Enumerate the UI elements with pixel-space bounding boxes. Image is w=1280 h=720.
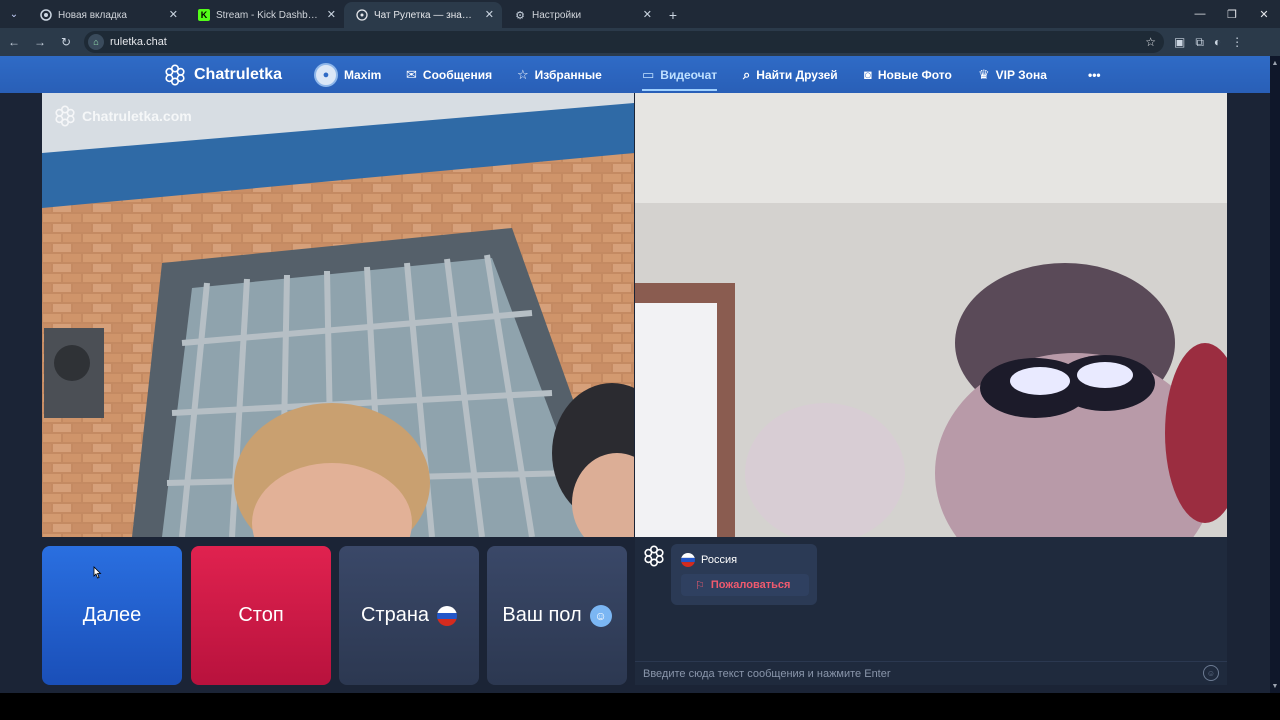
- tab-search-icon[interactable]: ⌄: [0, 0, 28, 28]
- tab-title: Новая вкладка: [58, 9, 127, 21]
- tab-kick[interactable]: K Stream - Kick Dashboard ✕: [186, 2, 344, 28]
- nav-profile-label: Maxim: [344, 67, 382, 82]
- remote-video-image: [635, 93, 1227, 537]
- watermark-text: Chatruletka.com: [82, 108, 192, 124]
- country-button-label: Страна: [360, 604, 430, 626]
- star-icon: ☆: [517, 66, 529, 82]
- tab-new[interactable]: Новая вкладка ✕: [28, 2, 186, 28]
- browser-tabstrip: ⌄ Новая вкладка ✕ K Stream - Kick Dashbo…: [0, 0, 1280, 28]
- chat-message-input[interactable]: [635, 661, 1227, 685]
- partner-info-card: Россия ⚐ Пожаловаться: [671, 544, 817, 605]
- tab-title: Настройки: [532, 9, 582, 21]
- nav-vip[interactable]: ♛ VIP Зона: [978, 56, 1047, 93]
- gear-icon: ⚙: [515, 9, 525, 22]
- close-icon[interactable]: ✕: [169, 8, 178, 21]
- report-button[interactable]: ⚐ Пожаловаться: [681, 574, 809, 596]
- restore-icon[interactable]: ❐: [1216, 0, 1248, 28]
- chatruletka-watermark: Chatruletka.com: [54, 105, 192, 127]
- site-navbar: Chatruletka ● Maxim ✉ Сообщения ☆ Избран…: [0, 56, 1270, 93]
- gender-button-label: Ваш пол: [502, 604, 582, 626]
- scroll-up-icon[interactable]: ▲: [1270, 58, 1280, 68]
- local-video-image: [42, 93, 634, 537]
- nav-find-friends-label: Найти Друзей: [756, 67, 838, 82]
- nav-videochat[interactable]: ▭ Видеочат: [642, 56, 718, 93]
- envelope-icon: ✉: [406, 66, 417, 82]
- tab-title: Чат Рулетка — знакомства: [374, 9, 476, 21]
- nav-messages[interactable]: ✉ Сообщения: [406, 56, 492, 93]
- avatar: ●: [314, 62, 338, 87]
- nav-profile[interactable]: ● Maxim: [314, 56, 381, 93]
- chrome-icon: [40, 9, 52, 21]
- chatruletka-logo-icon: [55, 105, 75, 127]
- site-logo[interactable]: Chatruletka: [164, 64, 282, 86]
- report-button-label: Пожаловаться: [710, 579, 791, 591]
- nav-more[interactable]: •••: [1088, 56, 1101, 93]
- partner-country-label: Россия: [701, 554, 738, 566]
- gender-button[interactable]: Ваш пол ☺: [487, 546, 627, 685]
- emoji-icon[interactable]: ☺: [1203, 665, 1219, 681]
- close-icon[interactable]: ✕: [485, 8, 494, 21]
- flag-icon: ⚐: [695, 579, 705, 592]
- page-scrollbar[interactable]: ▲ ▼: [1270, 56, 1280, 693]
- tab-settings[interactable]: ⚙ Настройки ✕: [502, 2, 660, 28]
- close-window-icon[interactable]: ✕: [1248, 0, 1280, 28]
- chatruletka-icon: [356, 9, 368, 21]
- close-icon[interactable]: ✕: [643, 8, 652, 21]
- scroll-down-icon[interactable]: ▼: [1270, 681, 1280, 691]
- search-icon: ⌕: [743, 66, 751, 82]
- nav-vip-label: VIP Зона: [995, 67, 1047, 82]
- chat-panel: Россия ⚐ Пожаловаться ☺: [635, 537, 1227, 685]
- nav-new-photos[interactable]: ◙ Новые Фото: [864, 56, 952, 93]
- logo-text: Chatruletka: [194, 66, 283, 83]
- mouse-cursor-icon: [93, 566, 102, 579]
- next-button[interactable]: Далее: [42, 546, 182, 685]
- kick-icon: K: [198, 9, 210, 21]
- extension-icon[interactable]: ▣: [1174, 35, 1185, 49]
- reload-icon[interactable]: ↻: [54, 30, 78, 54]
- russia-flag-icon: [437, 605, 458, 626]
- menu-kebab-icon[interactable]: ⋮: [1231, 35, 1243, 49]
- stop-button[interactable]: Стоп: [191, 546, 331, 685]
- back-icon[interactable]: ←: [2, 30, 26, 54]
- male-avatar-icon: ☺: [589, 604, 612, 627]
- nav-new-photos-label: Новые Фото: [877, 67, 952, 82]
- video-camera-icon: ▭: [642, 66, 655, 82]
- address-bar[interactable]: ⌂ ruletka.chat ☆: [84, 31, 1164, 53]
- nav-favorites-label: Избранные: [534, 67, 602, 82]
- screen-bottom-bar: [0, 693, 1280, 720]
- tab-title: Stream - Kick Dashboard: [216, 9, 318, 21]
- remote-video: [635, 93, 1227, 537]
- local-video: Chatruletka.com: [42, 93, 634, 537]
- next-button-label: Далее: [82, 604, 142, 626]
- more-dots-icon: •••: [1088, 67, 1101, 82]
- partner-country: Россия: [681, 553, 737, 567]
- bookmark-star-icon[interactable]: ☆: [1145, 35, 1156, 49]
- country-button[interactable]: Страна: [339, 546, 479, 685]
- nav-find-friends[interactable]: ⌕ Найти Друзей: [743, 56, 838, 93]
- window-controls: — ❐ ✕: [1184, 0, 1280, 28]
- close-icon[interactable]: ✕: [327, 8, 336, 21]
- nav-favorites[interactable]: ☆ Избранные: [517, 56, 602, 93]
- profile-icon[interactable]: ◐: [1214, 35, 1221, 49]
- russia-flag-icon: [681, 553, 695, 567]
- browser-toolbar: ← → ↻ ⌂ ruletka.chat ☆ ▣ ⧉ ◐ ⋮: [0, 28, 1280, 56]
- extensions-puzzle-icon[interactable]: ⧉: [1195, 35, 1204, 50]
- stop-button-label: Стоп: [238, 604, 284, 626]
- chatruletka-logo-icon: [644, 545, 664, 567]
- nav-videochat-label: Видеочат: [660, 67, 718, 82]
- chatruletka-logo-icon: [165, 64, 185, 86]
- forward-icon[interactable]: →: [28, 30, 52, 54]
- camera-icon: ◙: [864, 67, 872, 82]
- new-tab-button[interactable]: +: [660, 2, 686, 28]
- tab-chatruletka[interactable]: Чат Рулетка — знакомства ✕: [344, 2, 502, 28]
- minimize-icon[interactable]: —: [1184, 0, 1216, 28]
- nav-messages-label: Сообщения: [422, 67, 493, 82]
- url-text: ruletka.chat: [110, 36, 167, 48]
- site-info-icon[interactable]: ⌂: [88, 34, 104, 50]
- crown-icon: ♛: [978, 66, 990, 82]
